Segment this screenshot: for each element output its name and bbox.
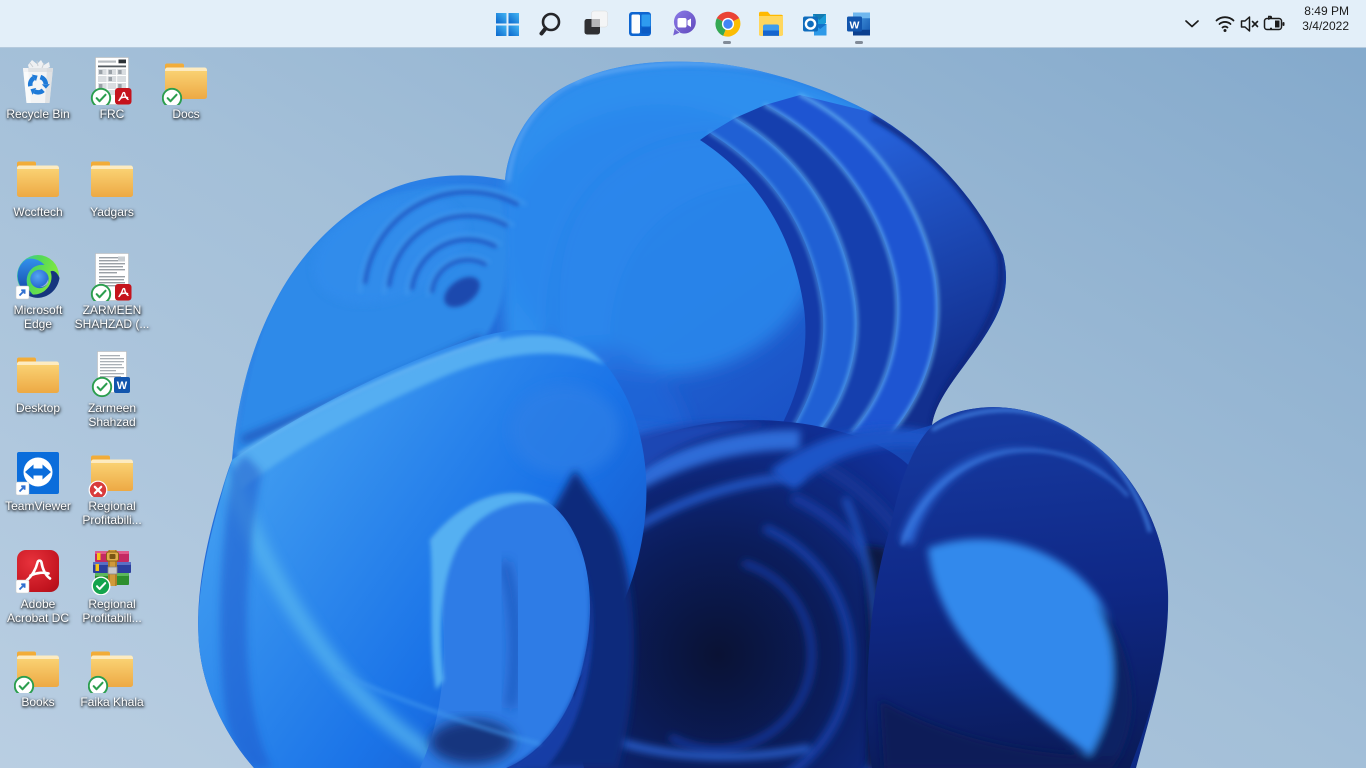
svg-text:W: W bbox=[850, 19, 860, 31]
